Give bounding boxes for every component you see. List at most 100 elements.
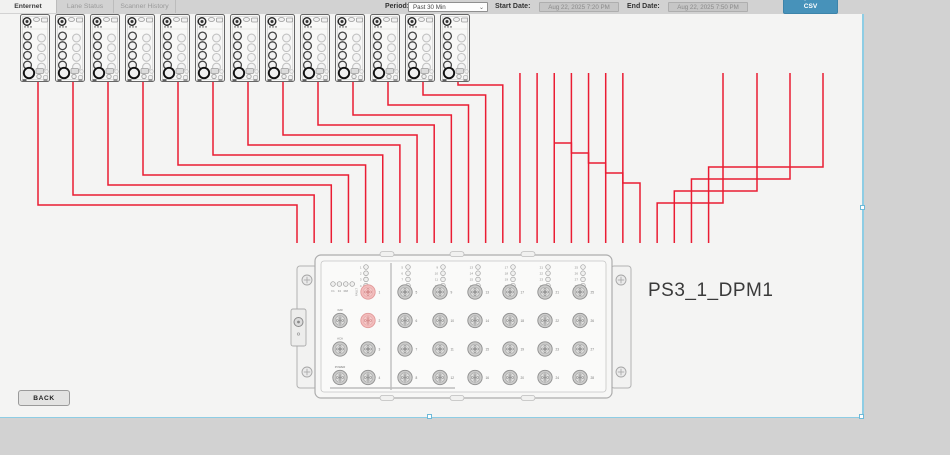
dpm-port[interactable] [573, 370, 587, 384]
scanner-device[interactable] [196, 15, 225, 82]
dpm-port[interactable] [398, 285, 412, 299]
scanner-device[interactable] [231, 15, 260, 82]
scanner-device[interactable] [126, 15, 155, 82]
dpm-port[interactable] [503, 285, 517, 299]
resize-handle-bottom[interactable] [427, 414, 432, 419]
device-port [283, 54, 291, 62]
wire [213, 81, 383, 243]
dpm-port[interactable] [333, 313, 347, 327]
device-port [409, 42, 417, 50]
device-port [269, 42, 277, 50]
dpm-port[interactable] [503, 370, 517, 384]
device-port [24, 52, 32, 60]
mini-led [441, 271, 446, 276]
dpm-port[interactable] [573, 313, 587, 327]
device-port [143, 44, 151, 52]
dpm-port[interactable] [538, 342, 552, 356]
wire [571, 73, 588, 243]
export-csv-button[interactable]: Export to CSV [783, 0, 838, 14]
dpm-port[interactable] [361, 342, 375, 356]
port-number-label: 1 [379, 291, 381, 295]
dpm-port[interactable] [398, 370, 412, 384]
scanner-device[interactable] [266, 15, 295, 82]
device-port [178, 44, 186, 52]
tab-lane-status[interactable]: Lane Status [57, 0, 114, 13]
device-port [423, 34, 431, 42]
dpm-port[interactable] [433, 342, 447, 356]
device-port [234, 52, 242, 60]
port-number-label: 18 [521, 319, 525, 323]
scanner-device[interactable] [91, 15, 120, 82]
dpm-port[interactable] [503, 313, 517, 327]
mini-led [546, 271, 551, 276]
back-button[interactable]: BACK [18, 390, 70, 406]
device-main-port [94, 68, 104, 78]
dpm-port-active[interactable] [361, 313, 375, 327]
device-port [423, 54, 431, 62]
scanner-device[interactable] [161, 15, 190, 82]
scanner-device[interactable] [371, 15, 400, 82]
dpm-port[interactable] [333, 342, 347, 356]
device-main-port [59, 68, 69, 78]
dpm-port[interactable] [468, 285, 482, 299]
port-number-label: FAULT [355, 288, 359, 296]
device-port [108, 34, 116, 42]
device-port [213, 34, 221, 42]
wire [657, 73, 723, 243]
dpm-port[interactable] [468, 342, 482, 356]
app-window: { "tabs": { "items": [ {"label": "Entern… [0, 0, 950, 455]
device-port [248, 44, 256, 52]
dpm-port[interactable] [538, 370, 552, 384]
dpm-port[interactable] [433, 285, 447, 299]
dpm-port[interactable] [573, 342, 587, 356]
mini-led [476, 271, 481, 276]
wire [691, 73, 790, 243]
port-number-label: 27 [575, 278, 579, 282]
dpm-port[interactable] [538, 285, 552, 299]
mini-led [511, 277, 516, 282]
scanner-device[interactable] [301, 15, 330, 82]
period-select[interactable]: Past 30 Min ⌄ [408, 2, 488, 12]
port-number-label: 7 [416, 348, 418, 352]
diagram-canvas[interactable]: F1F2RMFAULT12341234X2RACAPOWER5678910111… [0, 14, 863, 417]
device-port [164, 32, 172, 40]
dpm-device[interactable]: F1F2RMFAULT12341234X2RACAPOWER5678910111… [291, 252, 631, 401]
period-label: Period: [385, 3, 409, 10]
dpm-port[interactable] [361, 370, 375, 384]
indicator-led [350, 282, 355, 287]
device-port [374, 32, 382, 40]
tab-enternet[interactable]: Enternet [0, 0, 57, 13]
device-main-port [304, 68, 314, 78]
resize-handle-corner[interactable] [859, 414, 864, 419]
dpm-port[interactable] [573, 285, 587, 299]
top-bar: Enternet Lane Status Scanner History Per… [0, 0, 950, 14]
device-port [304, 42, 312, 50]
dpm-port[interactable] [538, 313, 552, 327]
scanner-device[interactable] [21, 15, 50, 82]
dpm-port-active[interactable] [361, 285, 375, 299]
device-port [59, 42, 67, 50]
dpm-port[interactable] [398, 342, 412, 356]
port-number-label: 10 [451, 319, 455, 323]
tab-scanner-history[interactable]: Scanner History [114, 0, 176, 13]
scanner-device[interactable] [336, 15, 365, 82]
port-number-label: 14 [486, 319, 490, 323]
side-bracket [291, 309, 306, 346]
dpm-port[interactable] [433, 313, 447, 327]
scanner-device[interactable] [441, 15, 470, 82]
end-date-input[interactable]: Aug 22, 2025 7:50 PM [668, 2, 748, 12]
scanner-device[interactable] [406, 15, 435, 82]
dpm-port[interactable] [503, 342, 517, 356]
dpm-port[interactable] [468, 370, 482, 384]
dpm-port[interactable] [333, 370, 347, 384]
resize-handle-right[interactable] [860, 205, 865, 210]
scanner-device[interactable] [56, 15, 85, 82]
port-number-label: F2 [338, 289, 342, 293]
dpm-port[interactable] [398, 313, 412, 327]
dpm-port[interactable] [468, 313, 482, 327]
port-number-label: 20 [521, 376, 525, 380]
device-port [94, 32, 102, 40]
dpm-port[interactable] [433, 370, 447, 384]
device-main-port [269, 68, 279, 78]
start-date-input[interactable]: Aug 22, 2025 7:20 PM [539, 2, 619, 12]
